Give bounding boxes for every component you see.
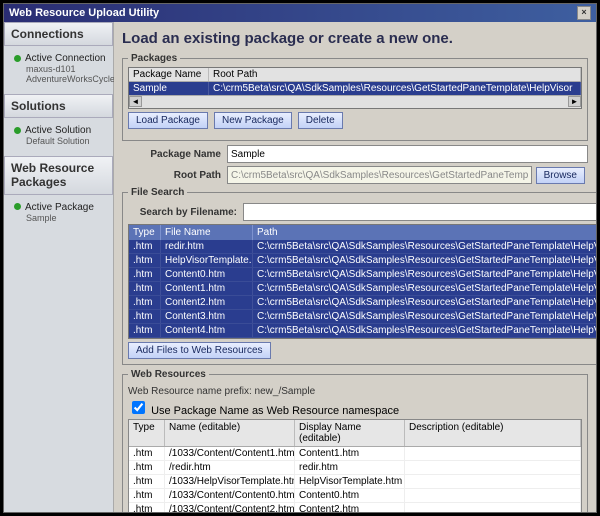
status-dot-icon: [14, 55, 21, 62]
file-row[interactable]: .htmHelpVisorTemplate.htmC:\crm5Beta\src…: [129, 254, 596, 268]
file-row[interactable]: .htmContent0.htmC:\crm5Beta\src\QA\SdkSa…: [129, 268, 596, 282]
app-window: Web Resource Upload Utility × Connection…: [3, 3, 597, 513]
packages-legend: Packages: [128, 53, 180, 64]
use-namespace-checkbox[interactable]: [132, 401, 145, 414]
scroll-left-icon[interactable]: ◄: [129, 96, 142, 107]
root-path-label: Root Path: [122, 170, 227, 181]
wr-row[interactable]: .htm/1033/Content/Content2.htmContent2.h…: [129, 503, 581, 512]
package-name-input[interactable]: [227, 145, 588, 163]
delete-package-button[interactable]: Delete: [298, 112, 343, 129]
status-dot-icon: [14, 127, 21, 134]
sidebar-connections-header[interactable]: Connections: [4, 22, 113, 46]
sidebar-solutions-body: Active Solution Default Solution: [4, 118, 113, 156]
file-search-grid[interactable]: Type File Name Path .htmredir.htmC:\crm5…: [128, 224, 596, 339]
sidebar-connections-body: Active Connection maxus-d101 AdventureWo…: [4, 46, 113, 94]
file-row[interactable]: .htmContent1.htmC:\crm5Beta\src\QA\SdkSa…: [129, 282, 596, 296]
browse-button[interactable]: Browse: [536, 167, 585, 184]
pkg-col-name: Package Name: [129, 68, 209, 81]
packages-grid[interactable]: Package Name Root Path Sample C:\crm5Bet…: [128, 67, 582, 109]
file-row[interactable]: .htmContent4.htmC:\crm5Beta\src\QA\SdkSa…: [129, 324, 596, 338]
file-row[interactable]: .htmredir.htmC:\crm5Beta\src\QA\SdkSampl…: [129, 240, 596, 254]
web-resources-grid[interactable]: Type Name (editable) Display Name (edita…: [128, 419, 582, 512]
add-files-button[interactable]: Add Files to Web Resources: [128, 342, 271, 359]
active-connection-label: Active Connection: [25, 53, 106, 64]
root-path-input: [227, 166, 532, 184]
main-panel: Load an existing package or create a new…: [114, 22, 596, 512]
file-search-legend: File Search: [128, 187, 187, 198]
sidebar-packages-body: Active Package Sample: [4, 195, 113, 233]
package-row[interactable]: Sample C:\crm5Beta\src\QA\SdkSamples\Res…: [129, 82, 581, 95]
web-resources-legend: Web Resources: [128, 369, 209, 380]
wr-row[interactable]: .htm/1033/Content/Content0.htmContent0.h…: [129, 489, 581, 503]
sidebar-packages-header[interactable]: Web Resource Packages: [4, 156, 113, 195]
file-search-group: File Search Search by Filename: Search T…: [122, 187, 596, 365]
load-package-button[interactable]: Load Package: [128, 112, 208, 129]
sidebar-solutions-header[interactable]: Solutions: [4, 94, 113, 118]
active-solution-label: Active Solution: [25, 125, 91, 136]
package-name-label: Package Name: [122, 149, 227, 160]
close-icon[interactable]: ×: [577, 6, 591, 20]
packages-scrollbar[interactable]: ◄ ►: [129, 95, 581, 108]
file-row[interactable]: .htmContent3.htmC:\crm5Beta\src\QA\SdkSa…: [129, 310, 596, 324]
connection-org: AdventureWorksCycle: [14, 74, 109, 84]
scroll-right-icon[interactable]: ►: [568, 96, 581, 107]
active-package-label: Active Package: [25, 202, 94, 213]
wr-row[interactable]: .htm/redir.htmredir.htm: [129, 461, 581, 475]
file-row[interactable]: .htmContent2.htmC:\crm5Beta\src\QA\SdkSa…: [129, 296, 596, 310]
package-value: Sample: [14, 213, 109, 223]
page-title: Load an existing package or create a new…: [122, 30, 588, 47]
wr-row[interactable]: .htm/1033/HelpVisorTemplate.htmHelpVisor…: [129, 475, 581, 489]
wr-row[interactable]: .htm/1033/Content/Content1.htmContent1.h…: [129, 447, 581, 461]
search-input[interactable]: [243, 203, 596, 221]
pkg-col-root: Root Path: [209, 68, 581, 81]
web-resources-group: Web Resources Web Resource name prefix: …: [122, 369, 588, 512]
search-label: Search by Filename:: [128, 207, 243, 218]
use-namespace-label: Use Package Name as Web Resource namespa…: [151, 405, 399, 417]
titlebar: Web Resource Upload Utility ×: [4, 4, 596, 22]
packages-group: Packages Package Name Root Path Sample C…: [122, 53, 588, 141]
wr-prefix-note: Web Resource name prefix: new_/Sample: [128, 386, 582, 397]
window-title: Web Resource Upload Utility: [9, 7, 159, 19]
status-dot-icon: [14, 203, 21, 210]
new-package-button[interactable]: New Package: [214, 112, 292, 129]
sidebar: Connections Active Connection maxus-d101…: [4, 22, 114, 512]
connection-server: maxus-d101: [14, 64, 109, 74]
solution-value: Default Solution: [14, 136, 109, 146]
